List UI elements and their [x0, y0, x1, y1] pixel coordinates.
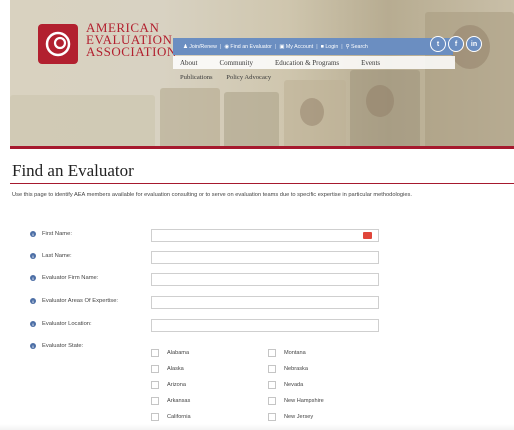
my-account-link[interactable]: ▣ My Account [279, 44, 313, 50]
banner-photo [10, 95, 155, 149]
state-checkbox[interactable] [151, 397, 159, 405]
search-link[interactable]: ⚲ Search [346, 44, 368, 50]
nav-item-events[interactable]: Events [361, 59, 380, 67]
social-links: t f in [430, 36, 482, 52]
state-checkbox[interactable] [268, 413, 276, 421]
autofill-icon[interactable] [363, 232, 372, 239]
banner-photo [300, 98, 324, 126]
id-card-icon: ▣ [279, 43, 285, 50]
banner-photo [224, 92, 279, 149]
info-icon[interactable]: i [30, 298, 36, 304]
info-icon[interactable]: i [30, 275, 36, 281]
logo-line: ASSOCIATION [86, 44, 177, 59]
state-checkbox[interactable] [151, 413, 159, 421]
nav-item-about[interactable]: About [180, 59, 198, 67]
linkedin-icon[interactable]: in [466, 36, 482, 52]
state-option[interactable]: Arkansas [151, 397, 190, 405]
state-option[interactable]: Montana [268, 349, 306, 357]
state-option[interactable]: New Jersey [268, 413, 313, 421]
join-renew-link[interactable]: ♟ Join/Renew [183, 44, 217, 50]
info-icon[interactable]: i [30, 343, 36, 349]
nav-item-community[interactable]: Community [220, 59, 253, 67]
lock-icon: ■ [320, 43, 324, 50]
location-input[interactable] [151, 319, 379, 332]
state-option[interactable]: Alabama [151, 349, 189, 357]
state-option[interactable]: California [151, 413, 191, 421]
last-name-input[interactable] [151, 251, 379, 264]
state-option[interactable]: Arizona [151, 381, 186, 389]
state-checkbox[interactable] [268, 397, 276, 405]
state-option[interactable]: New Hampshire [268, 397, 324, 405]
facebook-icon[interactable]: f [448, 36, 464, 52]
page-intro: Use this page to identify AEA members av… [12, 192, 412, 198]
banner-photo [366, 85, 394, 117]
login-link[interactable]: ■ Login [321, 44, 339, 50]
first-name-input[interactable] [151, 229, 379, 242]
aea-logo-icon [38, 24, 78, 64]
utility-bar: ♟ Join/Renew | ◉ Find an Evaluator | ▣ M… [173, 38, 453, 55]
page-edge-shadow [0, 424, 514, 430]
header-divider [10, 146, 514, 149]
state-checkbox[interactable] [268, 365, 276, 373]
nav-item-publications[interactable]: Publications [180, 74, 213, 81]
find-evaluator-link[interactable]: ◉ Find an Evaluator [224, 44, 272, 50]
nav-item-education-programs[interactable]: Education & Programs [275, 59, 339, 67]
expertise-input[interactable] [151, 296, 379, 309]
first-name-label: i First Name: [30, 231, 72, 237]
state-checkbox[interactable] [151, 365, 159, 373]
state-option[interactable]: Nevada [268, 381, 303, 389]
expertise-label: i Evaluator Areas Of Expertise: [30, 298, 118, 304]
nav-item-policy-advocacy[interactable]: Policy Advocacy [226, 74, 271, 81]
main-nav: About Community Education & Programs Eve… [173, 56, 455, 69]
info-icon[interactable]: i [30, 321, 36, 327]
twitter-icon[interactable]: t [430, 36, 446, 52]
info-icon[interactable]: i [30, 253, 36, 259]
last-name-label: i Last Name: [30, 253, 72, 259]
state-option[interactable]: Alaska [151, 365, 184, 373]
banner-photo [160, 88, 220, 149]
aea-logo[interactable]: AMERICAN EVALUATION ASSOCIATION [38, 21, 177, 64]
title-divider [10, 183, 514, 184]
state-checkbox[interactable] [268, 381, 276, 389]
sub-nav: Publications Policy Advocacy [180, 74, 283, 81]
state-checkbox[interactable] [268, 349, 276, 357]
location-pin-icon: ◉ [224, 43, 229, 50]
page-title: Find an Evaluator [12, 161, 134, 180]
search-icon: ⚲ [345, 43, 350, 50]
firm-name-input[interactable] [151, 273, 379, 286]
state-label: i Evaluator State: [30, 343, 83, 349]
location-label: i Evaluator Location: [30, 321, 92, 327]
state-checkbox[interactable] [151, 381, 159, 389]
info-icon[interactable]: i [30, 231, 36, 237]
state-option[interactable]: Nebraska [268, 365, 308, 373]
firm-name-label: i Evaluator Firm Name: [30, 275, 98, 281]
state-checkbox[interactable] [151, 349, 159, 357]
user-plus-icon: ♟ [183, 43, 188, 50]
